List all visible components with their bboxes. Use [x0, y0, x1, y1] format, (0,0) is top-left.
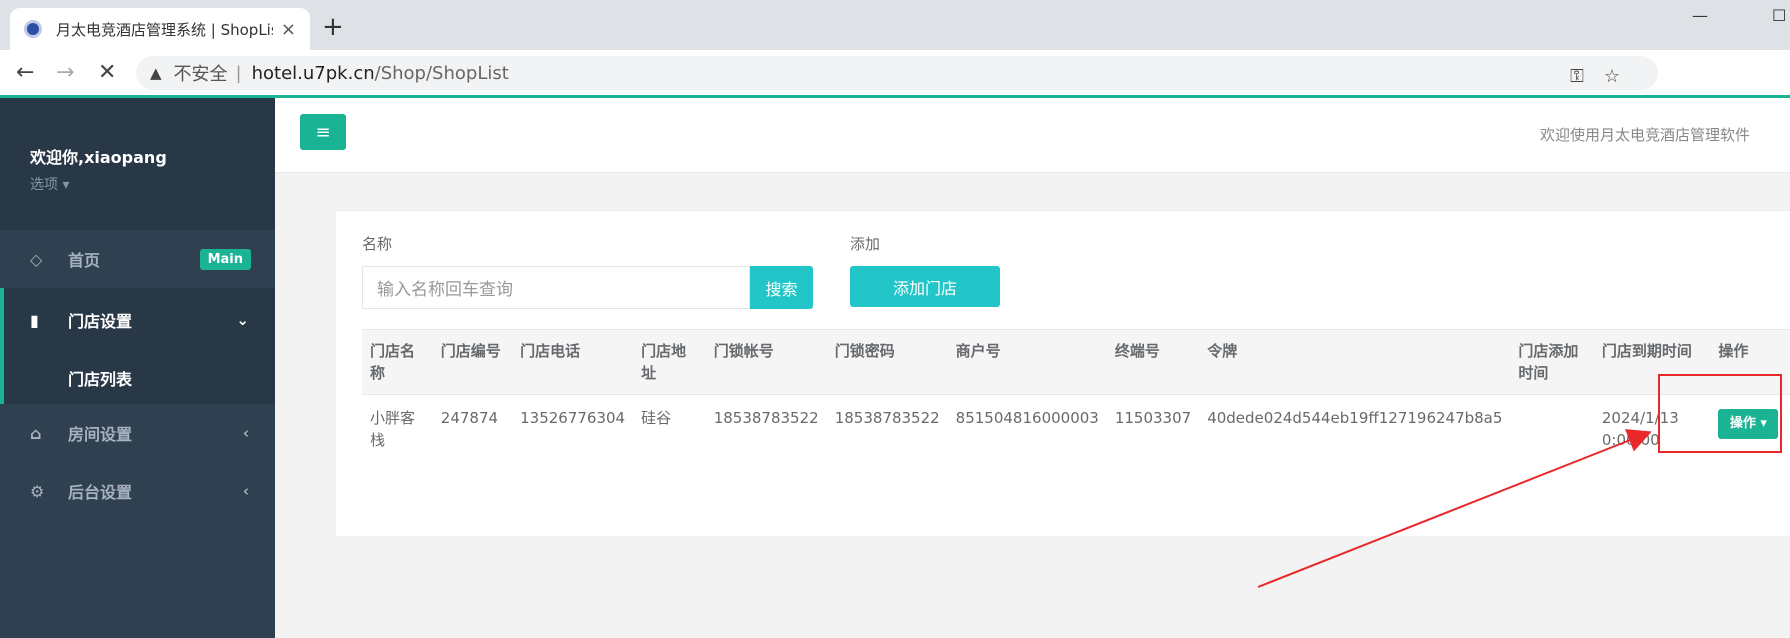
annotation-arrow: [1257, 429, 1652, 588]
